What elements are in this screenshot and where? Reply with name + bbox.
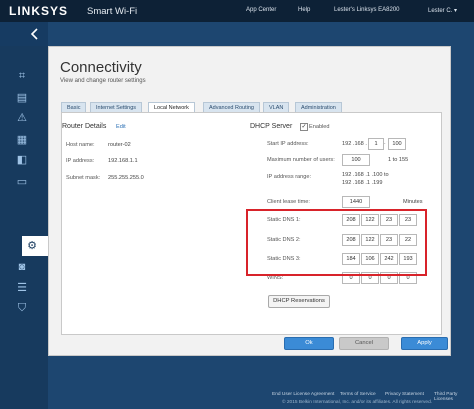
page-subtitle: View and change router settings xyxy=(60,78,146,84)
dhcp-enabled-checkbox[interactable]: ✓ xyxy=(300,123,308,131)
cancel-button[interactable]: Cancel xyxy=(339,337,389,350)
router-details-edit-link[interactable]: Edit xyxy=(116,124,126,130)
rail-header xyxy=(0,22,48,46)
footer-tos-link[interactable]: Terms of Service xyxy=(340,392,376,397)
footer: End User License Agreement Terms of Serv… xyxy=(48,390,474,409)
ip-range-line1: 192 .168 .1 .100 to xyxy=(342,172,389,178)
lease-time-input[interactable]: 1440 xyxy=(342,196,370,208)
start-ip-label: Start IP address: xyxy=(267,141,309,147)
product-name: Smart Wi-Fi xyxy=(87,6,138,17)
dhcp-server-title: DHCP Server xyxy=(250,123,293,130)
host-name-value: router-02 xyxy=(108,142,131,148)
devices-icon[interactable]: ▦ xyxy=(14,132,30,148)
back-chevron-icon[interactable] xyxy=(30,28,38,40)
dhcp-reservations-button[interactable]: DHCP Reservations xyxy=(268,295,330,308)
footer-third-party-link[interactable]: Third Party Licenses xyxy=(434,392,474,402)
subnet-mask-label: Subnet mask: xyxy=(66,175,101,181)
brand-logo[interactable]: LINKSYS xyxy=(9,4,68,18)
router-name-link[interactable]: Lester's Linksys EA8200 xyxy=(334,7,400,13)
dhcp-enabled-label: Enabled xyxy=(309,124,330,130)
connectivity-panel: Connectivity View and change router sett… xyxy=(48,46,451,356)
footer-copyright: © 2015 Belkin International, Inc. and/or… xyxy=(282,400,433,405)
dns-highlight-box xyxy=(246,209,427,276)
wireless-icon[interactable]: ☰ xyxy=(14,280,30,296)
help-link[interactable]: Help xyxy=(298,7,310,13)
footer-eula-link[interactable]: End User License Agreement xyxy=(272,392,334,397)
max-users-label: Maximum number of users: xyxy=(267,157,335,163)
ip-range-line2: 192 .168 .1 .199 xyxy=(342,180,383,186)
max-users-range: 1 to 155 xyxy=(388,157,409,163)
subnet-mask-value: 255.255.255.0 xyxy=(108,175,144,181)
network-map-icon[interactable]: ⌗ xyxy=(14,68,30,84)
ip-dot: . xyxy=(384,140,386,146)
page-title: Connectivity xyxy=(60,59,142,76)
start-ip-octet4-input[interactable]: 100 xyxy=(388,138,406,150)
parental-controls-icon[interactable]: ◧ xyxy=(14,152,30,168)
wifi-settings-icon[interactable]: ▤ xyxy=(14,90,30,106)
ip-address-label: IP address: xyxy=(66,158,95,164)
security-shield-icon[interactable]: ⛉ xyxy=(14,300,30,316)
apply-button[interactable]: Apply xyxy=(401,337,448,350)
app-center-link[interactable]: App Center xyxy=(246,7,276,13)
ip-address-value: 192.168.1.1 xyxy=(108,158,138,164)
lease-time-label: Client lease time: xyxy=(267,199,310,205)
top-bar: LINKSYS Smart Wi-Fi App Center Help Lest… xyxy=(0,0,474,22)
media-icon[interactable]: ▭ xyxy=(14,174,30,190)
lease-time-unit: Minutes xyxy=(403,199,423,205)
footer-privacy-link[interactable]: Privacy Statement xyxy=(385,392,424,397)
user-menu[interactable]: Lester C. ▾ xyxy=(428,7,457,14)
ip-range-label: IP address range: xyxy=(267,174,312,180)
side-rail: ⌗ ▤ ⚠ ▦ ◧ ▭ ⚙ ◙ ☰ ⛉ xyxy=(0,22,48,409)
start-ip-prefix: 192 .168 . xyxy=(342,141,367,147)
max-users-input[interactable]: 100 xyxy=(342,154,370,166)
connectivity-gear-icon[interactable]: ⚙ xyxy=(24,238,40,254)
host-name-label: Host name: xyxy=(66,142,95,148)
ok-button[interactable]: Ok xyxy=(284,337,334,350)
alert-icon[interactable]: ⚠ xyxy=(14,110,30,126)
start-ip-octet3-input[interactable]: 1 xyxy=(368,138,384,150)
camera-icon[interactable]: ◙ xyxy=(14,259,30,275)
router-details-title: Router Details xyxy=(62,123,107,130)
